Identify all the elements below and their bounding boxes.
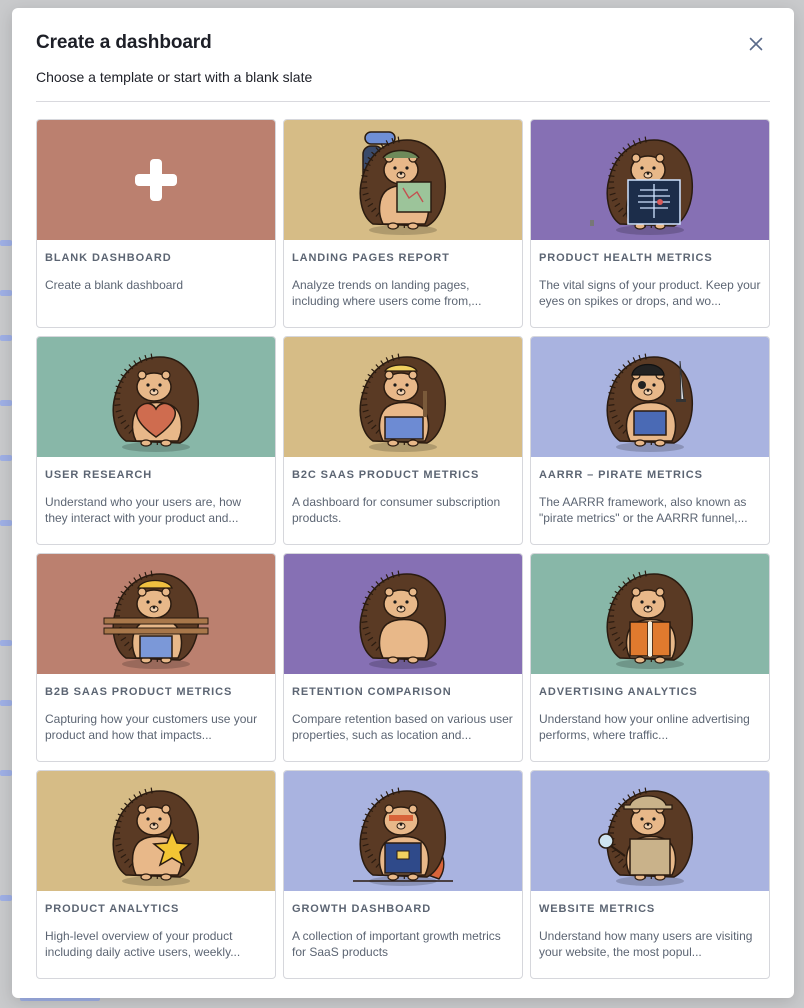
background-hint	[0, 895, 12, 901]
create-dashboard-modal: Create a dashboard Choose a template or …	[12, 8, 794, 998]
template-thumbnail	[531, 554, 769, 674]
template-description: The vital signs of your product. Keep yo…	[539, 278, 761, 308]
template-thumbnail	[37, 120, 275, 240]
hedgehog-illustration	[103, 570, 209, 669]
template-title: USER RESEARCH	[45, 469, 153, 481]
template-thumbnail	[284, 120, 522, 240]
template-title: BLANK DASHBOARD	[45, 252, 172, 264]
template-description: Capturing how your customers use your pr…	[45, 712, 258, 742]
template-thumbnail	[37, 554, 275, 674]
template-card[interactable]: PRODUCT HEALTH METRICS The vital signs of…	[530, 119, 770, 328]
background-hint	[0, 290, 12, 296]
hedgehog-illustration	[112, 787, 200, 886]
background-hint	[0, 700, 12, 706]
background-hint	[0, 520, 12, 526]
hedgehog-illustration	[359, 131, 447, 235]
template-card[interactable]: BLANK DASHBOARD Create a blank dashboard	[36, 119, 276, 328]
template-description: Understand how your online advertising p…	[539, 712, 750, 742]
template-thumbnail	[284, 771, 522, 891]
background-hint	[0, 335, 12, 341]
template-thumbnail	[531, 771, 769, 891]
template-card[interactable]: GROWTH DASHBOARD A collection of importan…	[283, 770, 523, 979]
template-title: ADVERTISING ANALYTICS	[539, 686, 698, 698]
template-description: Understand how many users are visiting y…	[539, 929, 753, 959]
template-title: AARRR – PIRATE METRICS	[539, 469, 703, 481]
template-title: B2B SAAS PRODUCT METRICS	[45, 686, 233, 698]
template-description: High-level overview of your product incl…	[45, 929, 241, 959]
template-thumbnail	[531, 337, 769, 457]
background-hint	[0, 455, 12, 461]
hedgehog-illustration	[112, 353, 200, 452]
template-title: GROWTH DASHBOARD	[292, 903, 432, 915]
template-description: The AARRR framework, also known as "pira…	[539, 495, 748, 525]
template-title: PRODUCT HEALTH METRICS	[539, 252, 713, 264]
hedgehog-illustration	[606, 570, 694, 669]
template-title: LANDING PAGES REPORT	[292, 252, 450, 264]
template-thumbnail	[284, 337, 522, 457]
template-card[interactable]: RETENTION COMPARISON Compare retention ba…	[283, 553, 523, 762]
modal-subtitle: Choose a template or start with a blank …	[36, 69, 313, 85]
hedgehog-illustration	[590, 136, 694, 235]
template-title: PRODUCT ANALYTICS	[45, 903, 180, 915]
template-title: RETENTION COMPARISON	[292, 686, 452, 698]
template-card[interactable]: B2B SAAS PRODUCT METRICS Capturing how yo…	[36, 553, 276, 762]
hedgehog-illustration	[606, 353, 694, 452]
template-card[interactable]: USER RESEARCH Understand who your users a…	[36, 336, 276, 545]
hedgehog-illustration	[359, 353, 447, 452]
background-hint	[0, 400, 12, 406]
template-grid: BLANK DASHBOARD Create a blank dashboard L…	[36, 119, 770, 979]
plus-icon	[135, 159, 177, 201]
template-description: Understand who your users are, how they …	[45, 495, 242, 525]
template-card[interactable]: WEBSITE METRICS Understand how many users…	[530, 770, 770, 979]
modal-title: Create a dashboard	[36, 32, 212, 53]
hedgehog-illustration	[359, 570, 447, 669]
template-thumbnail	[284, 554, 522, 674]
background-hint	[0, 240, 12, 246]
background-hint	[0, 640, 12, 646]
template-description: Compare retention based on various user …	[292, 712, 513, 742]
template-description: Create a blank dashboard	[45, 278, 184, 292]
hedgehog-illustration	[598, 787, 694, 886]
template-description: A dashboard for consumer subscription pr…	[292, 495, 501, 525]
header-divider	[36, 101, 770, 102]
template-card[interactable]: B2C SAAS PRODUCT METRICS A dashboard for …	[283, 336, 523, 545]
template-card[interactable]: PRODUCT ANALYTICS High-level overview of …	[36, 770, 276, 979]
template-thumbnail	[37, 337, 275, 457]
close-button[interactable]	[746, 34, 766, 54]
template-card[interactable]: AARRR – PIRATE METRICS The AARRR framewor…	[530, 336, 770, 545]
modal-header: Create a dashboard Choose a template or …	[36, 32, 770, 85]
template-card[interactable]: LANDING PAGES REPORT Analyze trends on la…	[283, 119, 523, 328]
background-hint	[0, 770, 12, 776]
template-title: B2C SAAS PRODUCT METRICS	[292, 469, 480, 481]
template-description: A collection of important growth metrics…	[292, 929, 501, 959]
hedgehog-illustration	[353, 787, 453, 886]
template-card[interactable]: ADVERTISING ANALYTICS Understand how your…	[530, 553, 770, 762]
template-thumbnail	[531, 120, 769, 240]
template-description: Analyze trends on landing pages, includi…	[292, 278, 482, 308]
close-icon	[749, 37, 763, 51]
template-title: WEBSITE METRICS	[539, 903, 656, 915]
template-thumbnail	[37, 771, 275, 891]
